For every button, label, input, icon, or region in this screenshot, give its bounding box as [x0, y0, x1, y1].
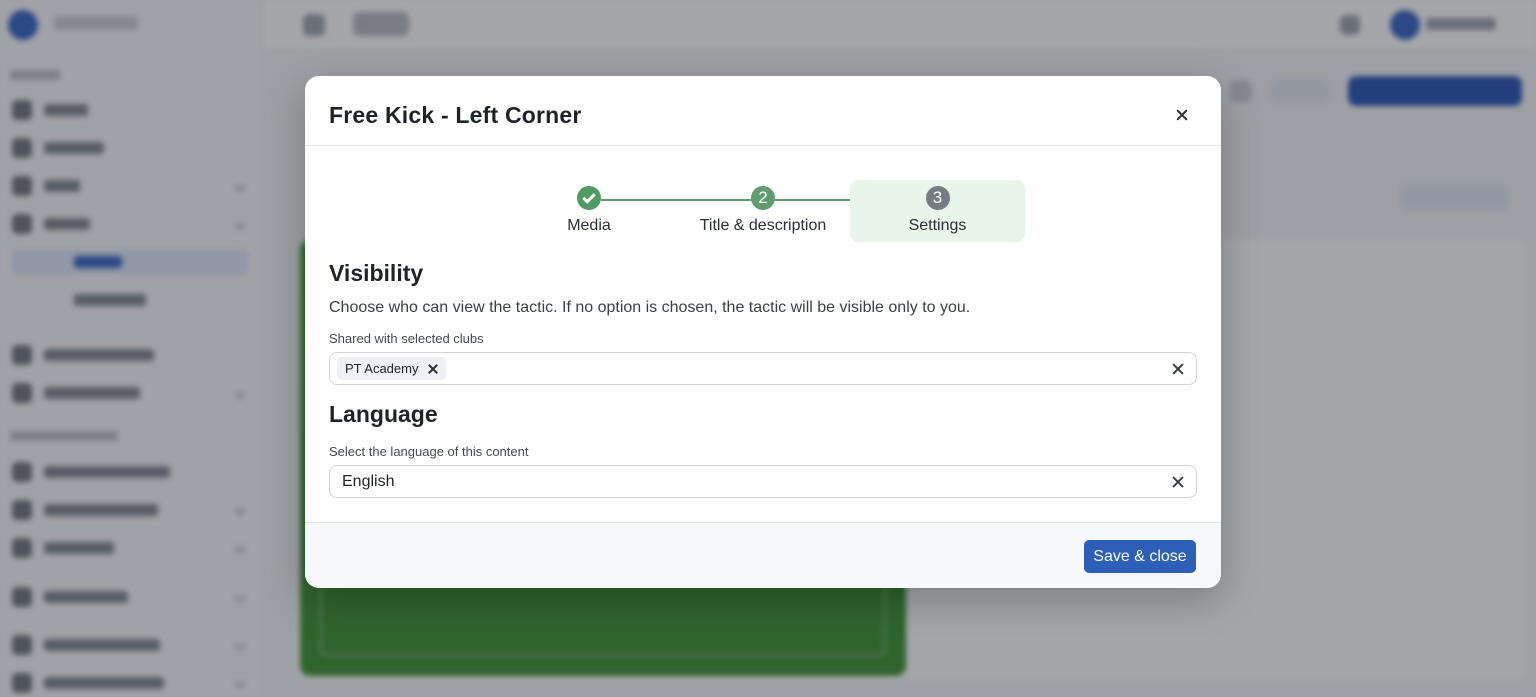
language-select[interactable]: English — [329, 465, 1197, 498]
step-title-description[interactable]: 2 Title & description — [693, 180, 833, 242]
dialog-footer: Save & close — [305, 522, 1221, 588]
tactic-settings-dialog: Free Kick - Left Corner Media 2 Title & … — [305, 76, 1221, 588]
shared-clubs-select[interactable]: PT Academy — [329, 352, 1197, 385]
visibility-heading: Visibility — [329, 260, 424, 286]
clear-icon[interactable] — [1172, 476, 1184, 488]
close-icon — [1176, 109, 1188, 121]
step-label: Title & description — [699, 217, 827, 234]
save-close-button[interactable]: Save & close — [1084, 540, 1196, 573]
close-button[interactable] — [1171, 104, 1193, 126]
step-settings[interactable]: 3 Settings — [850, 180, 1025, 242]
step-number: 2 — [751, 186, 775, 210]
shared-clubs-label: Shared with selected clubs — [329, 331, 484, 346]
remove-chip-icon[interactable] — [428, 364, 438, 374]
language-label: Select the language of this content — [329, 444, 529, 459]
clear-icon[interactable] — [1172, 363, 1184, 375]
language-heading: Language — [329, 401, 438, 427]
step-label: Media — [567, 217, 611, 234]
step-media[interactable]: Media — [539, 180, 639, 242]
step-number: 3 — [925, 186, 950, 210]
dialog-title: Free Kick - Left Corner — [329, 102, 582, 128]
step-completed-indicator — [577, 186, 601, 210]
check-icon — [582, 189, 596, 204]
dialog-header: Free Kick - Left Corner — [305, 76, 1221, 146]
step-label: Settings — [908, 217, 967, 234]
club-chip: PT Academy — [337, 357, 447, 380]
club-chip-label: PT Academy — [345, 361, 419, 376]
language-value: English — [342, 473, 395, 490]
visibility-description: Choose who can view the tactic. If no op… — [329, 299, 971, 316]
